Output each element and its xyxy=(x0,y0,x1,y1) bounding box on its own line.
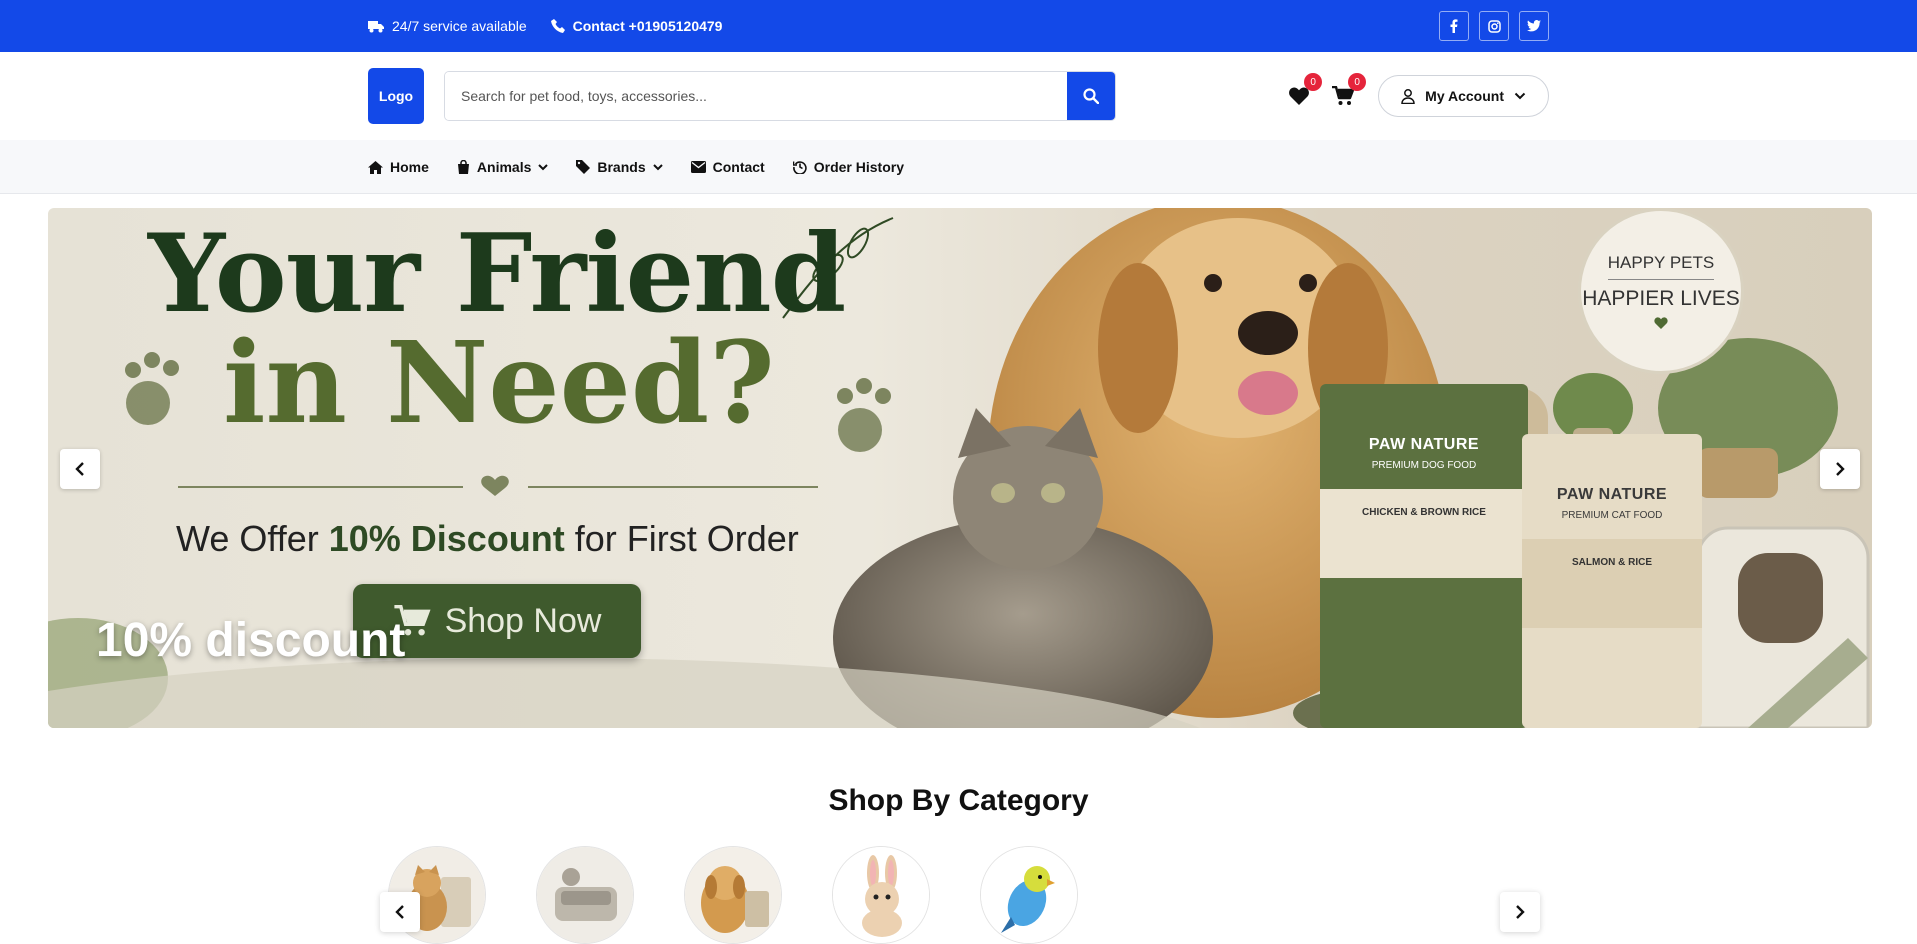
hero-subtitle-pre: We Offer xyxy=(176,518,329,559)
category-dog[interactable] xyxy=(684,846,782,944)
nav-animals[interactable]: Animals xyxy=(457,159,549,175)
nav-brands-label: Brands xyxy=(597,159,646,175)
site-logo[interactable]: Logo xyxy=(368,68,424,124)
chevron-down-icon xyxy=(1514,92,1526,100)
contact-text: Contact +01905120479 xyxy=(572,18,723,34)
dog-category-image xyxy=(685,847,781,943)
main-header: Logo 0 0 My Account xyxy=(0,52,1917,140)
bird-category-image xyxy=(981,847,1077,943)
litter-category-image xyxy=(537,847,633,943)
cat-bag-brand: PAW NATURE xyxy=(1556,486,1668,503)
shop-now-label: Shop Now xyxy=(444,601,602,640)
heart-icon xyxy=(1654,317,1668,330)
chevron-right-icon xyxy=(1516,905,1525,919)
category-rabbit[interactable] xyxy=(832,846,930,944)
nav-order-history[interactable]: Order History xyxy=(792,159,904,175)
hero-title-line1: Your Friend xyxy=(148,211,846,337)
hero-subtitle-discount: 10% Discount xyxy=(328,518,565,559)
nav-brands[interactable]: Brands xyxy=(576,159,663,175)
category-prev-button[interactable] xyxy=(380,892,420,932)
nav-home-label: Home xyxy=(390,159,429,175)
wishlist-count-badge: 0 xyxy=(1304,73,1323,91)
cat-food-bag: PAW NATURE PREMIUM CAT FOOD SALMON & RIC… xyxy=(1522,434,1702,728)
hero-subtitle: We Offer 10% Discount for First Order xyxy=(176,518,799,560)
phone-icon xyxy=(550,19,565,33)
home-icon xyxy=(368,160,383,174)
stamp-bottom-text: HAPPIER LIVES xyxy=(1582,286,1740,310)
contact-info[interactable]: Contact +01905120479 xyxy=(550,18,723,34)
shopping-bag-icon xyxy=(457,160,469,174)
facebook-link[interactable] xyxy=(1439,11,1469,41)
dog-bag-brand: PAW NATURE xyxy=(1368,436,1480,453)
chevron-left-icon xyxy=(395,905,404,919)
twitter-link[interactable] xyxy=(1519,11,1549,41)
dog-food-bag: PAW NATURE PREMIUM DOG FOOD CHICKEN & BR… xyxy=(1320,384,1528,728)
social-links xyxy=(1439,11,1549,41)
hero-next-button[interactable] xyxy=(1820,449,1860,489)
top-bar: 24/7 service available Contact +01905120… xyxy=(0,0,1917,52)
cart-count-badge: 0 xyxy=(1348,73,1367,91)
search-icon xyxy=(1083,88,1099,104)
rabbit-category-image xyxy=(833,847,929,943)
chevron-down-icon xyxy=(538,163,549,170)
dog-bag-flavor: CHICKEN & BROWN RICE xyxy=(1320,489,1528,578)
history-icon xyxy=(792,161,807,174)
nav-contact-label: Contact xyxy=(712,159,765,175)
wishlist-button[interactable]: 0 xyxy=(1286,73,1323,109)
service-info: 24/7 service available xyxy=(368,18,527,34)
hero-subtitle-post: for First Order xyxy=(564,518,799,559)
happy-pets-stamp: HAPPY PETS HAPPIER LIVES xyxy=(1578,208,1744,374)
search-button[interactable] xyxy=(1067,72,1115,120)
main-nav: Home Animals Brands Contact Order Histor… xyxy=(0,140,1917,194)
hero-caption: 10% discount xyxy=(96,614,406,667)
category-carousel xyxy=(388,846,1078,944)
category-bird[interactable] xyxy=(980,846,1078,944)
my-account-label: My Account xyxy=(1425,88,1504,104)
chevron-right-icon xyxy=(1836,462,1845,476)
hero-banner[interactable]: Your Friend in Need? We Offer 10% Discou… xyxy=(48,208,1872,728)
service-text: 24/7 service available xyxy=(392,18,527,34)
envelope-icon xyxy=(690,161,706,173)
dog-bag-type: PREMIUM DOG FOOD xyxy=(1371,460,1477,471)
cart-button[interactable]: 0 xyxy=(1330,73,1367,109)
facebook-icon xyxy=(1450,19,1458,33)
heart-icon xyxy=(1289,87,1310,105)
category-next-button[interactable] xyxy=(1500,892,1540,932)
category-litter[interactable] xyxy=(536,846,634,944)
chevron-left-icon xyxy=(75,462,84,476)
nav-contact[interactable]: Contact xyxy=(690,159,765,175)
instagram-icon xyxy=(1487,19,1501,33)
nav-order-history-label: Order History xyxy=(813,159,904,175)
hero-prev-button[interactable] xyxy=(60,449,100,489)
hero-title-line2: in Need? xyxy=(223,318,775,449)
nav-animals-label: Animals xyxy=(476,159,532,175)
my-account-button[interactable]: My Account xyxy=(1378,75,1549,117)
cat-bag-flavor: SALMON & RICE xyxy=(1522,539,1702,628)
stamp-top-text: HAPPY PETS xyxy=(1607,253,1715,280)
instagram-link[interactable] xyxy=(1479,11,1509,41)
cat-bag-type: PREMIUM CAT FOOD xyxy=(1561,510,1663,521)
chevron-down-icon xyxy=(652,163,663,170)
nav-home[interactable]: Home xyxy=(368,159,429,175)
search-input[interactable] xyxy=(445,72,1067,120)
search-bar xyxy=(444,71,1116,121)
user-icon xyxy=(1401,88,1415,104)
tag-icon xyxy=(576,160,591,174)
shop-by-category-title: Shop By Category xyxy=(828,784,1089,817)
truck-icon xyxy=(368,21,384,33)
twitter-icon xyxy=(1527,20,1541,32)
